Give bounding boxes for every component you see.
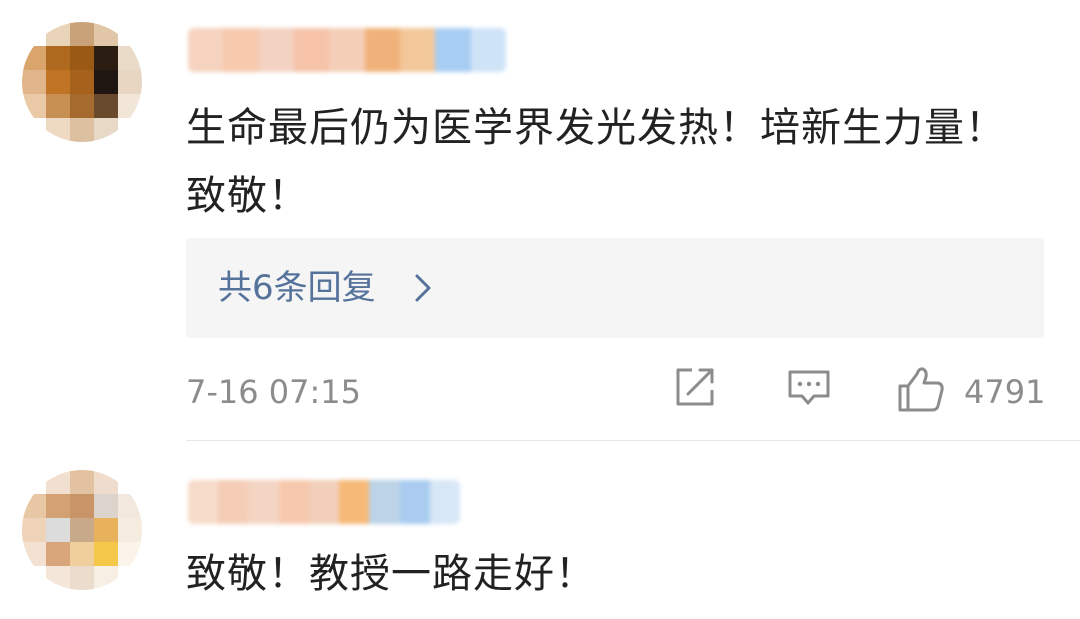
avatar-pixel: [70, 94, 94, 118]
avatar-pixel: [118, 494, 142, 518]
username-blurred[interactable]: [188, 28, 506, 72]
divider: [186, 440, 1080, 441]
avatar-pixel: [94, 46, 118, 70]
comment-timestamp: 7-16 07:15: [186, 373, 362, 411]
username-pixel: [470, 28, 506, 72]
comment-text: 致敬！教授一路走好！: [186, 551, 596, 597]
avatar-pixel: [70, 470, 94, 494]
avatar-pixel: [22, 566, 46, 590]
avatar-pixel: [22, 118, 46, 142]
avatar-pixel: [46, 470, 70, 494]
avatar-pixel: [46, 70, 70, 94]
replies-count-label: 共6条回复: [218, 268, 376, 308]
avatar-pixel: [46, 118, 70, 142]
avatar-pixel: [22, 518, 46, 542]
username-pixel: [329, 28, 365, 72]
username-pixel: [399, 480, 430, 524]
avatar-pixel: [118, 46, 142, 70]
thumbs-up-icon[interactable]: [896, 364, 946, 414]
comment-text: 生命最后仍为医学界发光发热！培新生力量！致敬！: [186, 105, 1006, 219]
username-pixel: [435, 28, 471, 72]
username-pixel: [399, 28, 436, 72]
avatar-pixel: [70, 518, 94, 542]
avatar-pixel: [46, 494, 70, 518]
like-count: 4791: [964, 373, 1046, 411]
username-pixel: [369, 480, 400, 524]
username-pixel: [223, 28, 259, 72]
avatar-pixel: [70, 46, 94, 70]
replies-link[interactable]: 共6条回复: [186, 238, 1044, 338]
avatar-pixel: [22, 22, 46, 46]
avatar-pixel: [70, 70, 94, 94]
username-pixel: [278, 480, 309, 524]
avatar-pixel: [118, 22, 142, 46]
avatar-pixel: [94, 566, 118, 590]
avatar-pixel: [22, 70, 46, 94]
avatar-pixel: [118, 566, 142, 590]
avatar-pixel: [46, 542, 70, 566]
avatar-pixel: [118, 542, 142, 566]
username-pixel: [339, 480, 370, 524]
avatar-pixel: [22, 46, 46, 70]
username-pixel: [188, 480, 219, 524]
avatar-pixel: [46, 566, 70, 590]
avatar-pixel: [118, 94, 142, 118]
username-pixel: [364, 28, 400, 72]
avatar-pixel: [70, 542, 94, 566]
avatar-pixel: [118, 70, 142, 94]
avatar-pixel: [70, 494, 94, 518]
username-pixel: [258, 28, 294, 72]
avatar-pixel: [94, 118, 118, 142]
avatar-pixel: [46, 518, 70, 542]
username-pixel: [308, 480, 340, 524]
avatar-pixel: [118, 118, 142, 142]
username-pixel: [293, 28, 330, 72]
avatar-pixel: [94, 518, 118, 542]
avatar-pixel: [118, 470, 142, 494]
avatar-pixel: [46, 22, 70, 46]
chevron-right-icon: [415, 274, 431, 302]
avatar-pixel: [46, 94, 70, 118]
avatar[interactable]: [22, 22, 142, 142]
avatar-pixel: [94, 22, 118, 46]
avatar-pixel: [46, 46, 70, 70]
username-pixel: [188, 28, 224, 72]
avatar-pixel: [94, 542, 118, 566]
avatar[interactable]: [22, 470, 142, 590]
avatar-pixel: [70, 566, 94, 590]
username-blurred[interactable]: [188, 480, 460, 524]
username-pixel: [218, 480, 249, 524]
avatar-pixel: [70, 118, 94, 142]
avatar-pixel: [94, 70, 118, 94]
username-pixel: [248, 480, 279, 524]
share-icon[interactable]: [672, 364, 718, 410]
avatar-pixel: [94, 94, 118, 118]
avatar-pixel: [22, 94, 46, 118]
avatar-pixel: [70, 22, 94, 46]
avatar-pixel: [94, 470, 118, 494]
avatar-pixel: [22, 470, 46, 494]
avatar-pixel: [22, 542, 46, 566]
avatar-pixel: [118, 518, 142, 542]
avatar-pixel: [94, 494, 118, 518]
username-pixel: [429, 480, 460, 524]
avatar-pixel: [22, 494, 46, 518]
comment-icon[interactable]: [786, 364, 832, 410]
